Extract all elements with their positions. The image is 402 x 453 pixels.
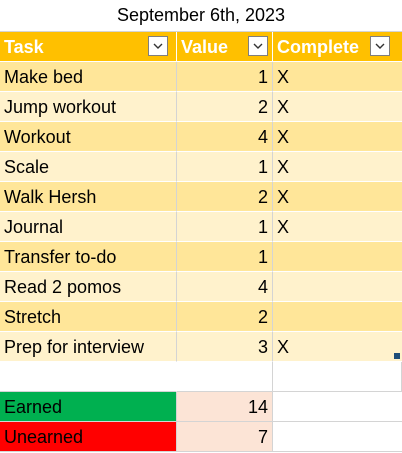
complete-cell[interactable]: X	[273, 182, 402, 212]
blank-row	[0, 362, 402, 392]
value-cell[interactable]: 2	[177, 92, 273, 122]
empty-cell[interactable]	[177, 362, 273, 392]
table-row: Prep for interview 3 X	[0, 332, 402, 362]
value-cell[interactable]: 1	[177, 152, 273, 182]
table-row: Workout 4 X	[0, 122, 402, 152]
table-row: Jump workout 2 X	[0, 92, 402, 122]
complete-cell[interactable]	[273, 302, 402, 332]
header-complete[interactable]: Complete	[273, 32, 402, 62]
task-cell[interactable]: Prep for interview	[0, 332, 177, 362]
table-row: Stretch 2	[0, 302, 402, 332]
title-row: September 6th, 2023	[0, 0, 402, 32]
header-value-label: Value	[181, 37, 229, 57]
table-resize-handle[interactable]	[394, 353, 400, 359]
empty-cell[interactable]	[273, 422, 402, 452]
header-task-label: Task	[4, 37, 44, 57]
value-cell[interactable]: 4	[177, 272, 273, 302]
value-cell[interactable]: 3	[177, 332, 273, 362]
chevron-down-icon	[375, 43, 385, 49]
earned-label[interactable]: Earned	[0, 392, 177, 422]
value-filter-button[interactable]	[248, 36, 268, 56]
complete-cell[interactable]	[273, 272, 402, 302]
complete-filter-button[interactable]	[370, 36, 390, 56]
table-row: Journal 1 X	[0, 212, 402, 242]
value-cell[interactable]: 1	[177, 62, 273, 92]
value-cell[interactable]: 2	[177, 302, 273, 332]
header-task[interactable]: Task	[0, 32, 177, 62]
task-cell[interactable]: Make bed	[0, 62, 177, 92]
task-cell[interactable]: Journal	[0, 212, 177, 242]
complete-cell[interactable]	[273, 242, 402, 272]
chevron-down-icon	[253, 43, 263, 49]
task-cell[interactable]: Read 2 pomos	[0, 272, 177, 302]
table-row: Make bed 1 X	[0, 62, 402, 92]
spreadsheet: September 6th, 2023 Task Value Complete	[0, 0, 402, 453]
earned-value[interactable]: 14	[177, 392, 273, 422]
complete-cell[interactable]: X	[273, 62, 402, 92]
table-row: Scale 1 X	[0, 152, 402, 182]
task-cell[interactable]: Walk Hersh	[0, 182, 177, 212]
table-row: Walk Hersh 2 X	[0, 182, 402, 212]
task-filter-button[interactable]	[148, 36, 168, 56]
empty-cell[interactable]	[273, 392, 402, 422]
empty-cell[interactable]	[0, 362, 177, 392]
complete-cell[interactable]: X	[273, 122, 402, 152]
task-cell[interactable]: Stretch	[0, 302, 177, 332]
task-cell[interactable]: Transfer to-do	[0, 242, 177, 272]
header-row: Task Value Complete	[0, 32, 402, 62]
earned-row: Earned 14	[0, 392, 402, 422]
sheet-title[interactable]: September 6th, 2023	[0, 0, 402, 31]
complete-cell[interactable]: X	[273, 212, 402, 242]
empty-cell[interactable]	[273, 362, 402, 392]
task-cell[interactable]: Jump workout	[0, 92, 177, 122]
task-cell[interactable]: Scale	[0, 152, 177, 182]
table-row: Read 2 pomos 4	[0, 272, 402, 302]
header-value[interactable]: Value	[177, 32, 273, 62]
complete-cell[interactable]: X	[273, 152, 402, 182]
task-table: September 6th, 2023 Task Value Complete	[0, 0, 402, 452]
value-cell[interactable]: 1	[177, 212, 273, 242]
unearned-row: Unearned 7	[0, 422, 402, 452]
complete-cell[interactable]: X	[273, 92, 402, 122]
chevron-down-icon	[153, 43, 163, 49]
unearned-label[interactable]: Unearned	[0, 422, 177, 452]
task-cell[interactable]: Workout	[0, 122, 177, 152]
value-cell[interactable]: 4	[177, 122, 273, 152]
value-cell[interactable]: 1	[177, 242, 273, 272]
header-complete-label: Complete	[277, 37, 360, 57]
table-row: Transfer to-do 1	[0, 242, 402, 272]
value-cell[interactable]: 2	[177, 182, 273, 212]
complete-cell[interactable]: X	[273, 332, 402, 362]
unearned-value[interactable]: 7	[177, 422, 273, 452]
